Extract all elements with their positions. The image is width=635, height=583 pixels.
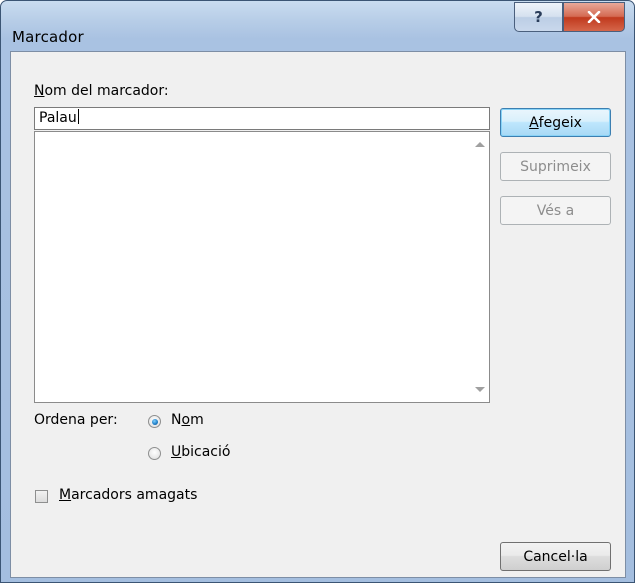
goto-button[interactable]: Vés a — [500, 196, 611, 225]
help-button[interactable]: ? — [514, 2, 563, 32]
help-icon: ? — [534, 8, 543, 26]
bookmark-list[interactable] — [34, 131, 490, 403]
sort-by-location-label[interactable]: Ubicació — [171, 444, 230, 460]
bookmark-name-label: Nom del marcador: — [34, 83, 169, 99]
text-caret — [77, 109, 79, 124]
sort-by-name-label[interactable]: Nom — [171, 412, 204, 428]
bookmark-dialog: Marcador ? Nom del marcador: Palau Afege… — [0, 0, 635, 583]
sort-by-location-radio[interactable] — [148, 447, 161, 460]
delete-button[interactable]: Suprimeix — [500, 152, 611, 181]
scroll-up-arrow-icon[interactable] — [475, 142, 485, 147]
cancel-button[interactable]: Cancel·la — [500, 542, 611, 571]
close-button[interactable] — [563, 2, 625, 32]
close-icon — [587, 11, 601, 23]
dialog-body: Nom del marcador: Palau Afegeix Suprimei… — [10, 51, 626, 578]
sort-by-name-radio[interactable] — [148, 415, 161, 428]
list-scrollbar[interactable] — [472, 132, 489, 402]
title-bar[interactable]: Marcador ? — [1, 1, 634, 51]
bookmark-name-input[interactable]: Palau — [34, 107, 490, 130]
sort-by-label: Ordena per: — [34, 412, 118, 428]
dialog-title: Marcador — [12, 28, 84, 46]
scroll-down-arrow-icon[interactable] — [475, 387, 485, 392]
hidden-bookmarks-label[interactable]: Marcadors amagats — [59, 487, 197, 503]
add-button[interactable]: Afegeix — [500, 108, 611, 137]
hidden-bookmarks-checkbox[interactable] — [35, 490, 48, 503]
